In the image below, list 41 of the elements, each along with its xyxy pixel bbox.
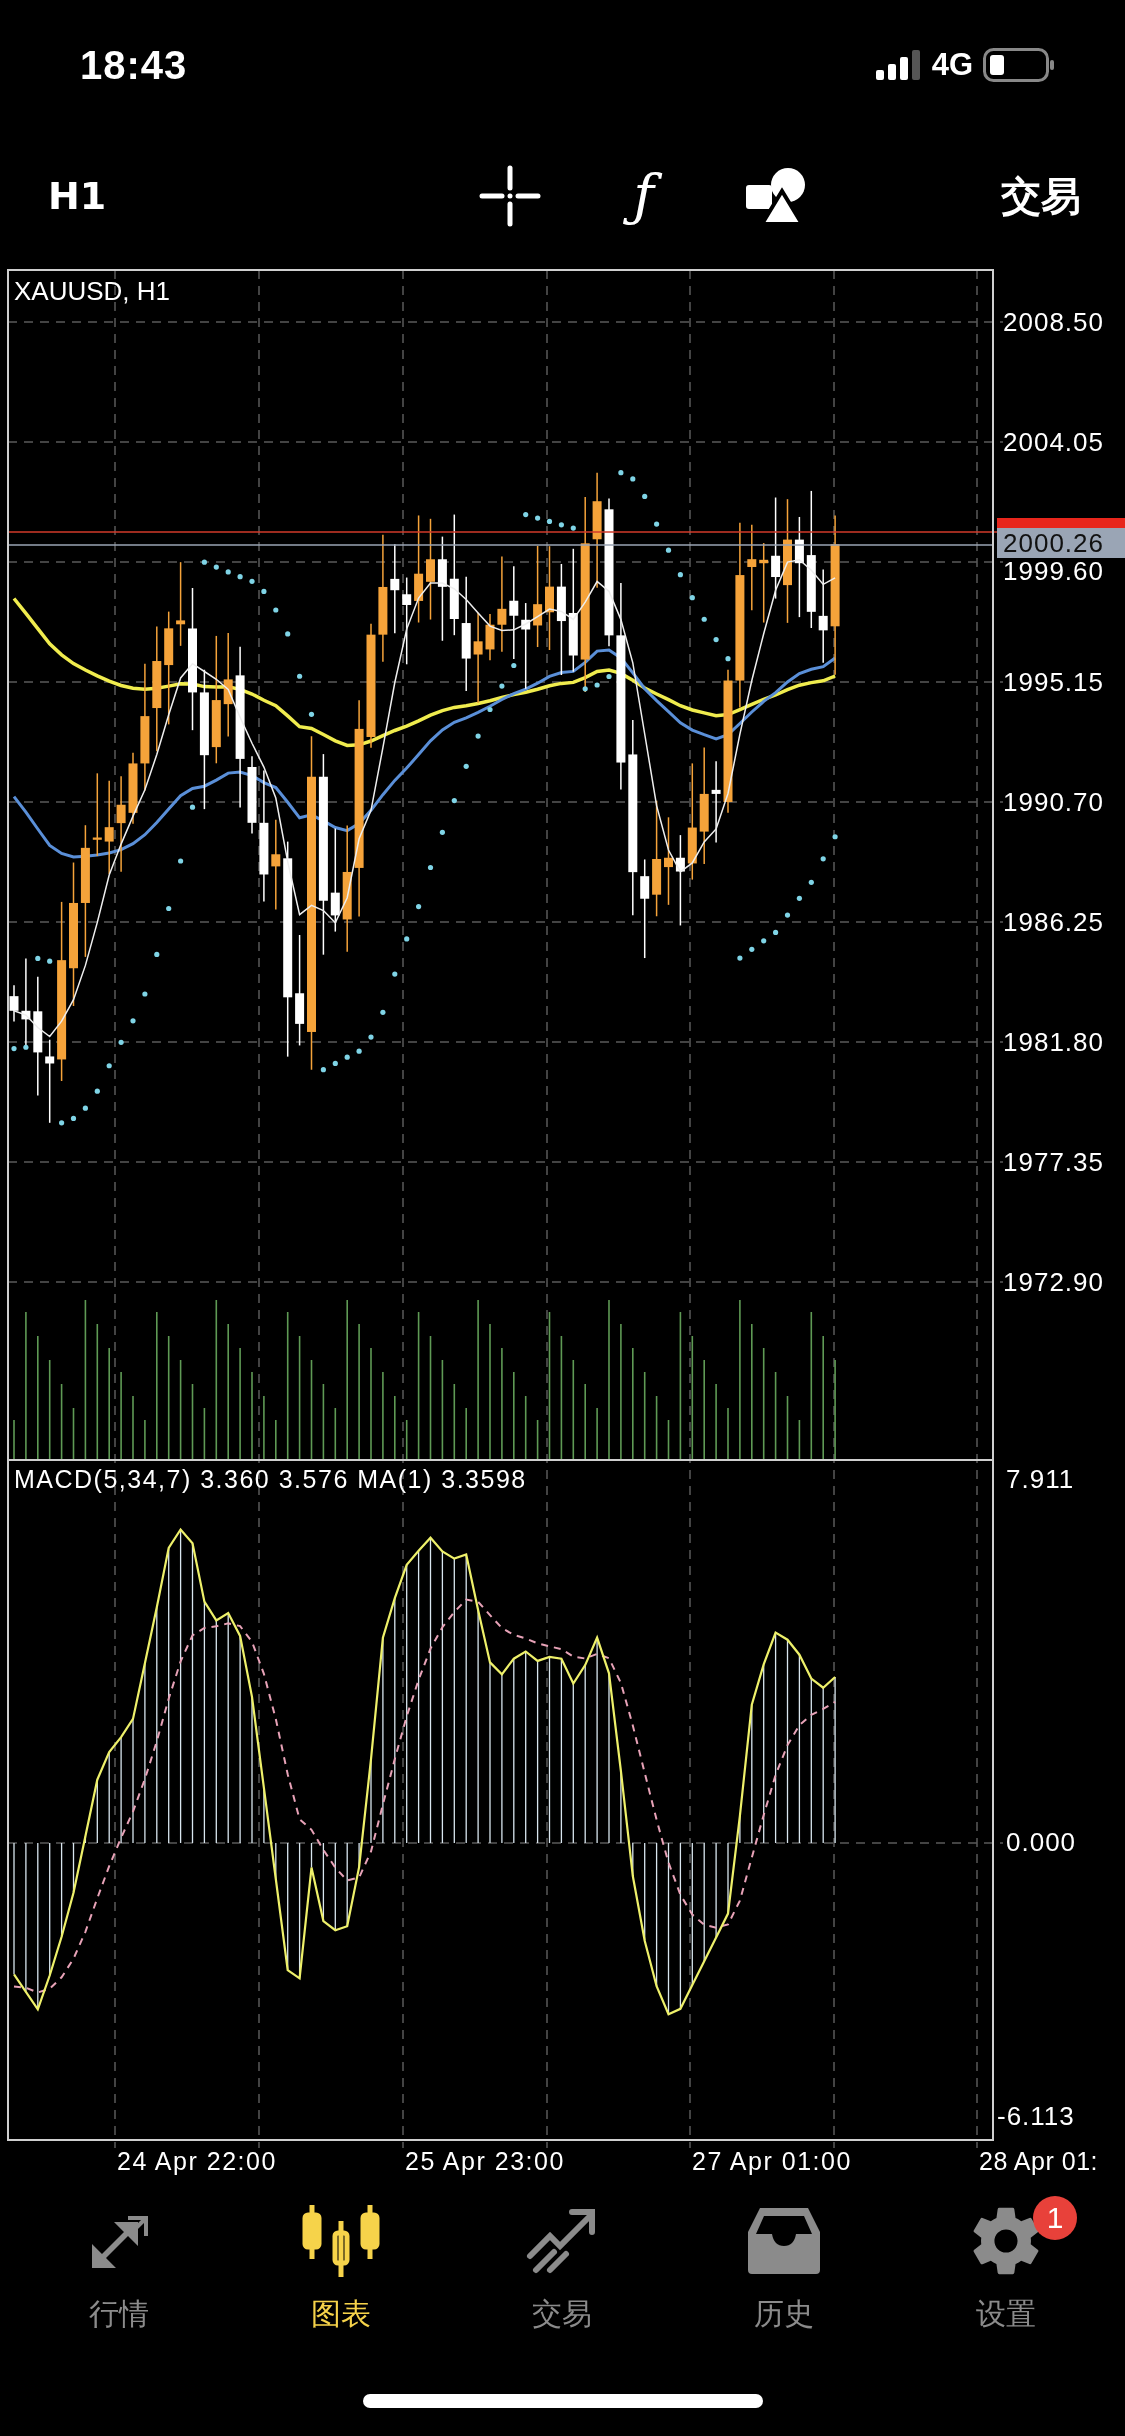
price-axis-label: 2004.05 <box>1003 427 1104 457</box>
price-axis-label: 1986.25 <box>1003 907 1104 937</box>
macd-axis-label: 7.911 <box>1006 1464 1075 1494</box>
price-axis-label: 1990.70 <box>1003 787 1104 817</box>
price-axis-label: 1995.15 <box>1003 667 1104 697</box>
tab-bar-item[interactable]: 历史 <box>673 2192 896 2342</box>
timeframe-button[interactable]: H1 <box>48 174 107 218</box>
tab-bar-item[interactable]: 行情 <box>8 2192 230 2342</box>
shapes-icon[interactable] <box>746 167 808 225</box>
network-type: 4G <box>931 47 973 83</box>
price-axis-label: 1972.90 <box>1003 1267 1104 1297</box>
price-axis-label: 1977.35 <box>1003 1147 1104 1177</box>
price-axis-label: 2008.50 <box>1003 307 1104 337</box>
candlestick-icon <box>301 2203 380 2279</box>
price-axis-label: 1981.80 <box>1003 1027 1104 1057</box>
time-axis-label: 28 Apr 01: <box>979 2147 1098 2175</box>
symbol-label: XAUUSD, H1 <box>14 276 171 306</box>
signal-icon <box>875 50 922 80</box>
current-price-tag: 2000.26 <box>997 528 1125 558</box>
battery-icon <box>983 48 1055 82</box>
tab-label: 图表 <box>310 2296 371 2332</box>
inbox-tray-icon <box>746 2206 823 2276</box>
tab-label: 历史 <box>754 2296 815 2332</box>
time-axis-label: 25 Apr 23:00 <box>405 2147 565 2175</box>
tab-bar-item[interactable]: 1 设置 <box>895 2192 1117 2342</box>
tab-label: 设置 <box>976 2296 1037 2332</box>
price-axis-label: 1999.60 <box>1003 556 1104 586</box>
tab-label: 行情 <box>88 2296 149 2332</box>
trade-button[interactable]: 交易 <box>1001 168 1081 224</box>
tab-bar-item[interactable]: 交易 <box>451 2192 674 2342</box>
tab-label: 交易 <box>532 2296 593 2332</box>
indicators-button[interactable]: ƒ <box>621 159 666 233</box>
time-axis-label: 24 Apr 22:00 <box>117 2147 277 2175</box>
status-time: 18:43 <box>80 42 188 88</box>
time-axis-label: 27 Apr 01:00 <box>692 2147 852 2175</box>
macd-label: MACD(5,34,7) 3.360 3.576 MA(1) 3.3598 <box>14 1465 527 1493</box>
crosshair-icon[interactable] <box>479 165 542 227</box>
macd-axis-label: 0.000 <box>1006 1827 1077 1857</box>
tab-bar-item[interactable]: 图表 <box>229 2192 452 2342</box>
notification-badge: 1 <box>1033 2196 1078 2240</box>
macd-axis-label: -6.113 <box>997 2101 1075 2131</box>
